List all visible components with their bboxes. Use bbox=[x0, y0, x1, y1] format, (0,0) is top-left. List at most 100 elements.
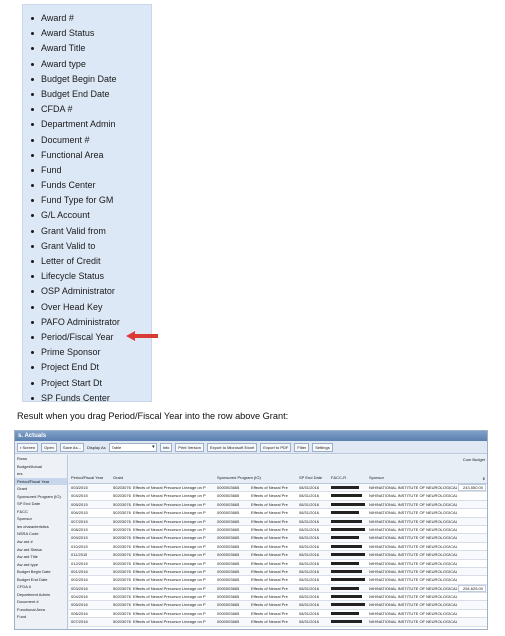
table-row[interactable]: 003/2015 50203076 Effects of Neural Precur… bbox=[69, 484, 487, 493]
field-list-item[interactable]: Funds Center bbox=[23, 178, 151, 193]
nav-item[interactable]: Sponsor bbox=[15, 515, 67, 523]
nav-item[interactable]: Grant bbox=[15, 485, 67, 493]
table-row[interactable]: 011/2015 50203076 Effects of Neural Precur… bbox=[69, 551, 487, 560]
nav-item[interactable]: Aw ard Title bbox=[15, 553, 67, 561]
display-as-select[interactable]: Table bbox=[108, 442, 157, 452]
nav-item[interactable]: Rows bbox=[15, 455, 67, 463]
column-header-period[interactable]: Period/Fiscal Year bbox=[71, 475, 103, 480]
column-header-sponsor[interactable]: Sponsor bbox=[369, 475, 384, 480]
field-list-item[interactable]: Grant Valid from bbox=[23, 224, 151, 239]
table-row[interactable]: 006/2015 50203076 Effects of Neural Precur… bbox=[69, 509, 487, 518]
table-row[interactable]: 010/2015 50203076 Effects of Neural Precur… bbox=[69, 543, 487, 552]
nav-item[interactable]: Fund bbox=[15, 613, 67, 621]
cell-sponsored-program: 0000003665 bbox=[217, 535, 240, 541]
field-list-item[interactable]: OSP Administrator bbox=[23, 284, 151, 299]
nav-item[interactable]: Sponsored Program (IO) bbox=[15, 493, 67, 501]
table-row[interactable]: 004/2016 50203076 Effects of Neural Precur… bbox=[69, 593, 487, 602]
bullet-icon bbox=[31, 108, 34, 112]
bullet-icon bbox=[31, 184, 34, 188]
export-pdf-button[interactable]: Export to PDF bbox=[260, 442, 292, 452]
field-list-item[interactable]: Budget Begin Date bbox=[23, 72, 151, 87]
field-list-item[interactable]: Prime Sponsor bbox=[23, 345, 151, 360]
nav-item[interactable]: les characteristics bbox=[15, 523, 67, 531]
redacted-mark bbox=[331, 536, 359, 540]
redacted-mark bbox=[331, 486, 359, 489]
redacted-mark bbox=[331, 578, 365, 582]
cell-sp-end-date: 08/31/2016 bbox=[299, 543, 320, 549]
nav-item[interactable]: Aw ard type bbox=[15, 561, 67, 569]
info-button[interactable]: Info bbox=[159, 442, 173, 452]
field-list-item[interactable]: G/L Account bbox=[23, 208, 151, 223]
table-row[interactable]: 001/2016 50203076 Effects of Neural Precur… bbox=[69, 567, 487, 577]
field-list-item[interactable]: Letter of Credit bbox=[23, 254, 151, 269]
field-list-item[interactable]: CFDA # bbox=[23, 102, 151, 117]
field-list-item[interactable]: Document # bbox=[23, 133, 151, 148]
column-header-fcc[interactable]: F&CC-R bbox=[331, 475, 346, 480]
cell-grant: 50203076 bbox=[113, 602, 131, 608]
table-row[interactable]: 004/2015 50203076 Effects of Neural Precur… bbox=[69, 492, 487, 501]
export-excel-button[interactable]: Export to Microsoft Excel bbox=[206, 442, 258, 452]
field-list-item[interactable]: Functional Area bbox=[23, 148, 151, 163]
cell-period: 007/2016 bbox=[71, 619, 88, 625]
table-row[interactable]: 007/2015 50203076 Effects of Neural Precur… bbox=[69, 517, 487, 526]
nav-item[interactable]: Functional Area bbox=[15, 606, 67, 614]
nav-item[interactable]: SP End Date bbox=[15, 500, 67, 508]
field-list-item[interactable]: Award Status bbox=[23, 26, 151, 41]
field-list-item[interactable]: Lifecycle Status bbox=[23, 269, 151, 284]
table-row[interactable]: 007/2016 50203076 Effects of Neural Precur… bbox=[69, 618, 487, 627]
field-list-item[interactable]: Budget End Date bbox=[23, 87, 151, 102]
field-list-item[interactable]: Fund bbox=[23, 163, 151, 178]
field-list-item[interactable]: Award type bbox=[23, 57, 151, 72]
bullet-icon bbox=[31, 229, 34, 233]
print-version-button[interactable]: Print Version bbox=[175, 442, 204, 452]
cell-period: 003/2016 bbox=[71, 585, 88, 591]
new-screen-button[interactable]: r Screen bbox=[17, 442, 39, 452]
open-button[interactable]: Open bbox=[41, 442, 57, 452]
nav-item[interactable]: F&CC bbox=[15, 508, 67, 516]
cell-sp-end-date: 08/31/2016 bbox=[299, 619, 320, 625]
table-row[interactable]: 005/2015 50203076 Effects of Neural Precur… bbox=[69, 500, 487, 510]
column-header-grant[interactable]: Grant bbox=[113, 475, 123, 480]
nav-item[interactable]: Aw ard Status bbox=[15, 546, 67, 554]
field-list-item[interactable]: Project Start Dt bbox=[23, 376, 151, 391]
field-list-item[interactable]: Project End Dt bbox=[23, 360, 151, 375]
column-header-sponsored-program[interactable]: Sponsored Program (IO) bbox=[217, 475, 261, 480]
settings-button[interactable]: Settings bbox=[312, 442, 333, 452]
table-row[interactable]: 012/2015 50203076 Effects of Neural Precur… bbox=[69, 560, 487, 568]
field-list-item[interactable]: Fund Type for GM bbox=[23, 193, 151, 208]
redacted-mark bbox=[331, 544, 362, 548]
nav-item[interactable]: CFDA # bbox=[15, 583, 67, 591]
cell-program-description: Effects of Neural Pre bbox=[251, 518, 288, 524]
field-list-item[interactable]: SP Funds Center bbox=[23, 391, 151, 406]
nav-item[interactable]: Budget End Date bbox=[15, 576, 67, 584]
nav-item[interactable]: Aw ard # bbox=[15, 538, 67, 546]
filter-button[interactable]: Filter bbox=[294, 442, 310, 452]
cell-period: 004/2016 bbox=[71, 594, 88, 600]
field-list-item[interactable]: Award # bbox=[23, 11, 151, 26]
field-list-item[interactable]: Department Admin bbox=[23, 117, 151, 132]
field-list-item[interactable]: PAFO Administrator bbox=[23, 315, 151, 330]
table-row[interactable]: 002/2016 50203076 Effects of Neural Precur… bbox=[69, 576, 487, 585]
cell-amount[interactable]: 243,550.00 bbox=[458, 484, 486, 491]
nav-item[interactable]: NSRA Code bbox=[15, 530, 67, 538]
field-list-item[interactable]: Over Head Key bbox=[23, 300, 151, 315]
column-header-sp-end-date[interactable]: SP End Date bbox=[299, 475, 322, 480]
table-row[interactable]: 009/2015 50203076 Effects of Neural Precur… bbox=[69, 534, 487, 543]
field-list-item[interactable]: Grant Valid to bbox=[23, 239, 151, 254]
nav-item[interactable]: Budget Begin Date bbox=[15, 568, 67, 576]
table-row[interactable]: 005/2016 50203076 Effects of Neural Precur… bbox=[69, 601, 487, 610]
cell-amount[interactable]: 254,625.00 bbox=[458, 584, 486, 592]
bullet-icon bbox=[31, 305, 34, 309]
table-row[interactable]: 008/2015 50203076 Effects of Neural Precur… bbox=[69, 526, 487, 535]
cell-sponsor: NIH/NATIONAL INSTITUTE OF NEUROLOGICAL D bbox=[369, 568, 457, 574]
field-list-item[interactable]: Award Title bbox=[23, 41, 151, 56]
nav-item[interactable]: Document # bbox=[15, 598, 67, 606]
save-as-button[interactable]: Save As... bbox=[59, 442, 84, 452]
nav-item[interactable]: Period/Fiscal Year bbox=[15, 477, 67, 486]
bullet-icon bbox=[31, 123, 34, 127]
nav-item[interactable]: ers bbox=[15, 470, 67, 478]
nav-item[interactable]: Department Admin bbox=[15, 591, 67, 599]
table-row[interactable]: 006/2016 50203076 Effects of Neural Precur… bbox=[69, 610, 487, 619]
table-row[interactable]: 003/2016 50203076 Effects of Neural Precur… bbox=[69, 584, 487, 594]
nav-item[interactable]: Budget/Actual bbox=[15, 463, 67, 471]
